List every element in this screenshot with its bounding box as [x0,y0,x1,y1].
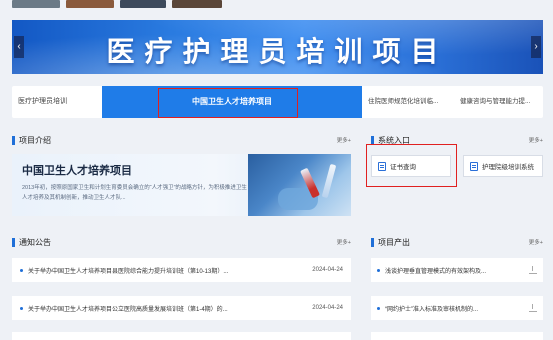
more-link[interactable]: 更多+ [529,136,543,144]
bullet-icon [20,306,23,310]
notices-header: 通知公告 更多+ [12,236,351,248]
carousel-next-button[interactable]: › [531,36,541,58]
output-item[interactable]: 浅谈护理垂直管理模式的有效架构及... [371,258,543,282]
bullet-icon [377,306,380,310]
banner-title: 医疗护理员培训项目 [106,36,449,67]
output-item[interactable] [371,332,543,340]
carousel-prev-button[interactable]: ‹ [14,36,24,58]
notice-text: 关于举办中国卫生人才培养项目县医院综合能力提升培训班（第10-13期）... [28,268,229,275]
outputs-header: 项目产出 更多+ [371,236,543,248]
notice-item[interactable] [12,332,351,340]
bullet-icon [20,268,23,272]
card-text: 2013年初，按照原国家卫生和计划生育委员会确立的“人才强卫”的战略方针，为积极… [22,185,247,201]
section-marker [371,237,374,247]
notice-date: 2024-04-24 [312,305,343,311]
download-icon[interactable] [529,304,537,312]
section-title: 项目介绍 [19,135,51,145]
output-text: 浅谈护理垂直管理模式的有效架构及... [385,268,487,275]
notice-item[interactable]: 关于举办中国卫生人才培养项目公立医院高质量发展培训班（第1-4期）的... 20… [12,296,351,320]
tab-health-talent[interactable]: 中国卫生人才培养项目 [102,86,362,118]
highlight-box [158,88,298,118]
output-item[interactable]: “网约护士”准入标准及审核机制的... [371,296,543,320]
more-link[interactable]: 更多+ [337,136,351,144]
section-marker [12,237,15,247]
section-title: 通知公告 [19,237,51,247]
nursing-training-system-button[interactable]: 护理院级培训系统 [463,155,543,177]
document-icon [470,161,478,171]
tab-resident-training[interactable]: 住院医师规范化培训临... [362,86,454,118]
highlight-box [366,144,457,187]
notice-item[interactable]: 关于举办中国卫生人才培养项目县医院综合能力提升培训班（第10-13期）... 2… [12,258,351,282]
section-title: 项目产出 [378,237,410,247]
page: 医疗护理员培训项目 ‹ › 医疗护理员培训 中国卫生人才培养项目 住院医师规范化… [0,0,553,340]
project-intro-header: 项目介绍 更多+ [12,134,351,146]
hero-banner: 医疗护理员培训项目 ‹ › [12,20,543,74]
download-icon[interactable] [529,266,537,274]
lab-photo [248,154,351,216]
thumbnail-image[interactable] [172,0,222,8]
thumbnail-strip [12,0,222,8]
button-label: 护理院级培训系统 [482,164,534,171]
section-marker [12,135,15,145]
thumbnail-image[interactable] [12,0,60,8]
thumbnail-image[interactable] [120,0,166,8]
tab-nursing-training[interactable]: 医疗护理员培训 [12,86,102,118]
more-link[interactable]: 更多+ [529,238,543,246]
bullet-icon [377,268,380,272]
notice-text: 关于举办中国卫生人才培养项目公立医院高质量发展培训班（第1-4期）的... [28,306,228,313]
more-link[interactable]: 更多+ [337,238,351,246]
project-intro-card[interactable]: 中国卫生人才培养项目 2013年初，按照原国家卫生和计划生育委员会确立的“人才强… [12,154,351,216]
thumbnail-image[interactable] [66,0,114,8]
notice-date: 2024-04-24 [312,267,343,273]
output-text: “网约护士”准入标准及审核机制的... [385,306,478,313]
card-title: 中国卫生人才培养项目 [22,165,132,177]
tab-health-consulting[interactable]: 健康咨询与管理能力提... [454,86,543,118]
project-tabs: 医疗护理员培训 中国卫生人才培养项目 住院医师规范化培训临... 健康咨询与管理… [12,86,543,118]
